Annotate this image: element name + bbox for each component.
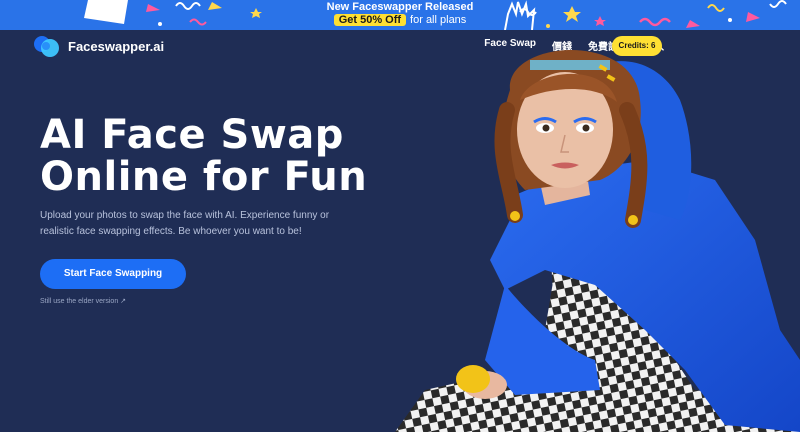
hero-model-image <box>395 50 800 432</box>
hero-title: AI Face Swap Online for Fun <box>40 112 368 200</box>
promo-headline: New Faceswapper Released <box>326 1 474 13</box>
elder-version-link[interactable]: Still use the elder version ↗ <box>40 297 126 305</box>
site-logo[interactable]: Faceswapper.ai <box>34 32 164 60</box>
discount-badge: Get 50% Off <box>333 14 407 26</box>
hero-description: Upload your photos to swap the face with… <box>40 210 330 237</box>
promo-offer-text: for all plans <box>410 14 467 26</box>
lemon <box>456 365 490 393</box>
promo-offer: Get 50% Off for all plans <box>0 14 800 26</box>
promo-banner[interactable]: New Faceswapper Released Get 50% Off for … <box>0 0 800 30</box>
start-face-swapping-button[interactable]: Start Face Swapping <box>40 259 186 289</box>
faceswapper-logo-icon <box>34 36 59 57</box>
logo-text: Faceswapper.ai <box>68 38 165 54</box>
